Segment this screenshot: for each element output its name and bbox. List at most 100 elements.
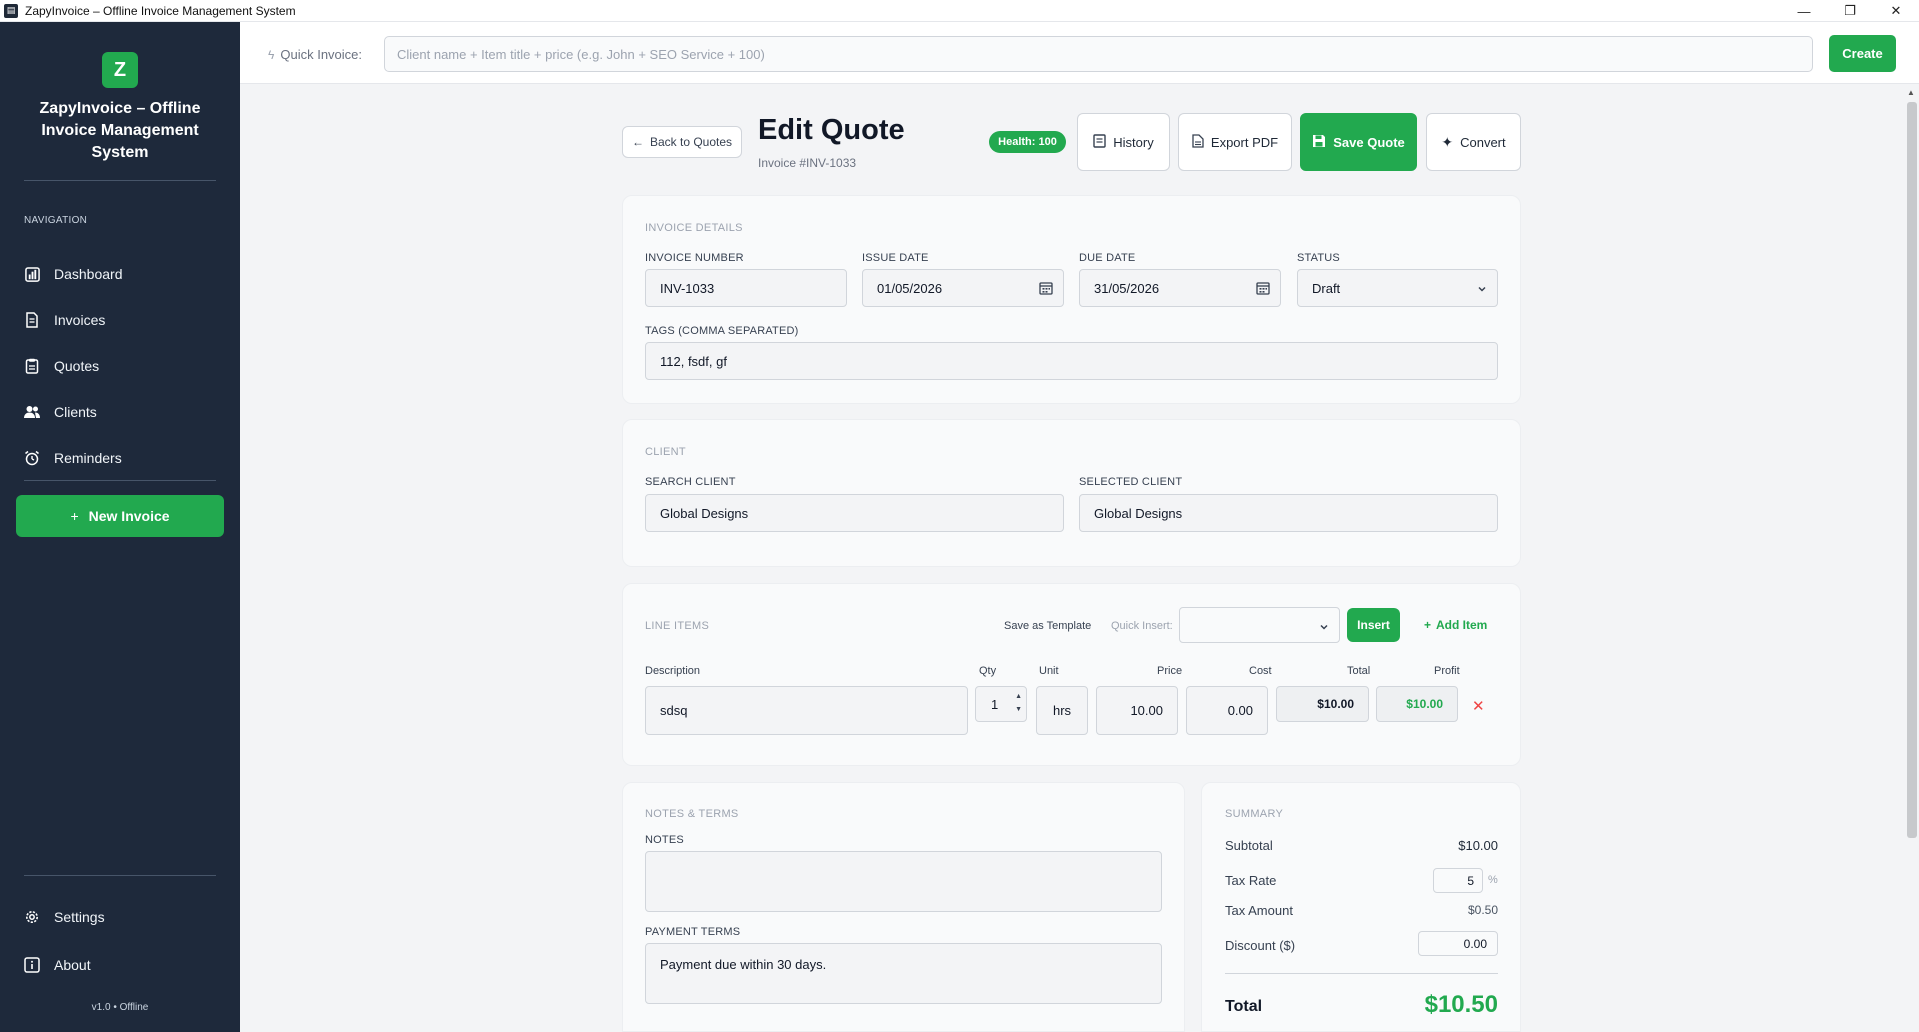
- calendar-icon[interactable]: [1039, 281, 1053, 298]
- save-as-template-button[interactable]: Save as Template: [1004, 620, 1091, 632]
- tax-amount-label: Tax Amount: [1225, 903, 1293, 918]
- sidebar-item-dashboard[interactable]: Dashboard: [24, 262, 224, 286]
- status-value: Draft: [1312, 280, 1341, 296]
- search-client-label: SEARCH CLIENT: [645, 476, 736, 488]
- item-price-input[interactable]: 10.00: [1096, 686, 1178, 735]
- close-window-button[interactable]: ✕: [1873, 0, 1919, 22]
- sidebar-item-invoices[interactable]: Invoices: [24, 308, 224, 332]
- col-profit: Profit: [1434, 665, 1460, 677]
- remove-item-icon[interactable]: ✕: [1472, 697, 1485, 715]
- window-titlebar: ▤ ZapyInvoice – Offline Invoice Manageme…: [0, 0, 1919, 22]
- maximize-button[interactable]: ❐: [1827, 0, 1873, 22]
- tags-input[interactable]: 112, fsdf, gf: [645, 342, 1498, 380]
- quick-invoice-input[interactable]: [384, 36, 1813, 72]
- back-to-quotes-button[interactable]: ← Back to Quotes: [622, 126, 742, 158]
- sidebar-item-quotes[interactable]: Quotes: [24, 354, 224, 378]
- sidebar-item-label: About: [54, 957, 91, 973]
- brand-name: ZapyInvoice – Offline Invoice Management…: [39, 100, 201, 161]
- chevron-down-icon: [1319, 620, 1329, 635]
- invoice-number-input[interactable]: INV-1033: [645, 269, 847, 307]
- notes-textarea[interactable]: [645, 851, 1162, 912]
- item-unit-value: hrs: [1052, 703, 1072, 718]
- total-value: $10.50: [1424, 991, 1498, 1018]
- app-icon: ▤: [4, 3, 18, 18]
- sidebar-item-reminders[interactable]: Reminders: [24, 446, 224, 470]
- search-client-input[interactable]: Global Designs: [645, 494, 1064, 532]
- tax-rate-input[interactable]: 5: [1433, 868, 1483, 893]
- invoice-details-title: INVOICE DETAILS: [645, 222, 743, 234]
- item-description-value: sdsq: [660, 703, 688, 718]
- sidebar-item-about[interactable]: About: [24, 953, 224, 977]
- item-cost-input[interactable]: 0.00: [1186, 686, 1268, 735]
- save-quote-button[interactable]: Save Quote: [1300, 113, 1417, 171]
- sidebar-divider: [24, 480, 216, 481]
- scrollbar-thumb[interactable]: [1907, 102, 1917, 838]
- summary-divider: [1225, 973, 1498, 974]
- discount-value: 0.00: [1463, 936, 1487, 951]
- quick-invoice-label-text: Quick Invoice:: [280, 47, 363, 62]
- quick-insert-select[interactable]: [1179, 607, 1340, 643]
- alarm-icon: [24, 450, 40, 466]
- discount-input[interactable]: 0.00: [1418, 931, 1498, 956]
- save-icon: [1312, 134, 1326, 151]
- status-label: STATUS: [1297, 252, 1340, 264]
- tax-rate-label: Tax Rate: [1225, 873, 1277, 888]
- sidebar-item-settings[interactable]: Settings: [24, 905, 224, 929]
- lightning-icon: ϟ: [268, 47, 275, 62]
- window-controls: — ❐ ✕: [1781, 0, 1919, 22]
- add-item-button[interactable]: + Add Item: [1424, 618, 1487, 632]
- item-unit-input[interactable]: hrs: [1036, 686, 1088, 735]
- add-item-label: Add Item: [1436, 618, 1488, 632]
- quick-invoice-bar: ϟ Quick Invoice: Create: [240, 22, 1919, 84]
- calendar-icon[interactable]: [1256, 281, 1270, 298]
- due-date-label: DUE DATE: [1079, 252, 1136, 264]
- arrow-left-icon: ←: [631, 135, 644, 149]
- selected-client-value: Global Designs: [1094, 505, 1183, 521]
- health-badge: Health: 100: [989, 131, 1066, 153]
- status-select[interactable]: Draft: [1297, 269, 1498, 307]
- sparkle-icon: ✦: [1441, 133, 1454, 150]
- col-qty: Qty: [979, 665, 997, 677]
- line-items-title: LINE ITEMS: [645, 620, 710, 632]
- insert-button[interactable]: Insert: [1347, 608, 1400, 642]
- save-quote-label: Save Quote: [1333, 134, 1405, 150]
- client-card: [622, 419, 1521, 567]
- payment-terms-label: PAYMENT TERMS: [645, 926, 741, 938]
- info-icon: [24, 957, 40, 973]
- subtotal-label: Subtotal: [1225, 838, 1273, 853]
- payment-terms-textarea[interactable]: Payment due within 30 days.: [645, 943, 1162, 1004]
- notes-terms-title: NOTES & TERMS: [645, 808, 739, 820]
- file-icon: [1192, 133, 1204, 151]
- sidebar-divider: [24, 180, 216, 181]
- create-button[interactable]: Create: [1829, 35, 1896, 72]
- col-unit: Unit: [1039, 665, 1059, 677]
- col-total: Total: [1347, 665, 1371, 677]
- chart-icon: [24, 266, 40, 282]
- gear-icon: [24, 909, 40, 925]
- convert-button[interactable]: ✦ Convert: [1426, 113, 1521, 171]
- vertical-scrollbar[interactable]: ▲: [1903, 84, 1919, 1032]
- new-invoice-button[interactable]: + New Invoice: [16, 495, 224, 537]
- sidebar: Z ZapyInvoice – Offline Invoice Manageme…: [0, 22, 240, 1032]
- history-label: History: [1113, 134, 1154, 150]
- new-invoice-label: New Invoice: [88, 508, 170, 524]
- issue-date-value: 01/05/2026: [877, 280, 943, 296]
- item-profit-value: $10.00: [1406, 697, 1443, 711]
- tags-value: 112, fsdf, gf: [660, 353, 727, 369]
- item-description-input[interactable]: sdsq: [645, 686, 968, 735]
- minimize-button[interactable]: —: [1781, 0, 1827, 22]
- sidebar-item-clients[interactable]: Clients: [24, 400, 224, 424]
- convert-label: Convert: [1460, 134, 1506, 150]
- scroll-up-arrow-icon[interactable]: ▲: [1907, 88, 1915, 97]
- tax-rate-value: 5: [1467, 873, 1474, 888]
- clipboard-icon: [24, 358, 40, 374]
- stepper-arrows-icon[interactable]: ▲ ▼: [1015, 690, 1022, 716]
- item-qty-stepper[interactable]: 1 ▲ ▼: [975, 686, 1027, 722]
- history-button[interactable]: History: [1077, 113, 1170, 171]
- invoice-number-label: INVOICE NUMBER: [645, 252, 744, 264]
- export-pdf-button[interactable]: Export PDF: [1178, 113, 1292, 171]
- issue-date-input[interactable]: 01/05/2026: [862, 269, 1064, 307]
- due-date-input[interactable]: 31/05/2026: [1079, 269, 1281, 307]
- col-price: Price: [1157, 665, 1183, 677]
- due-date-value: 31/05/2026: [1094, 280, 1160, 296]
